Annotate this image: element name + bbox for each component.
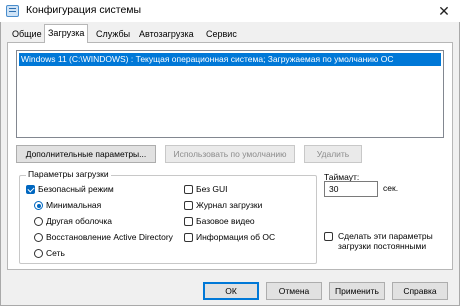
checkbox-icon <box>324 232 333 241</box>
checkbox-icon <box>184 201 193 210</box>
tab-tools[interactable]: Сервис <box>203 27 240 42</box>
radio-ad-repair[interactable]: Восстановление Active Directory <box>34 232 173 244</box>
checkbox-icon <box>184 217 193 226</box>
cancel-button[interactable]: Отмена <box>266 282 322 300</box>
checkbox-icon <box>184 233 193 242</box>
os-info-checkbox[interactable]: Информация об ОС <box>184 232 275 244</box>
radio-network-label: Сеть <box>46 248 65 258</box>
base-video-checkbox[interactable]: Базовое видео <box>184 216 255 228</box>
advanced-options-button[interactable]: Дополнительные параметры... <box>16 145 156 163</box>
safe-boot-label: Безопасный режим <box>38 184 114 194</box>
set-default-button[interactable]: Использовать по умолчанию <box>165 145 295 163</box>
window-title: Конфигурация системы <box>26 4 142 16</box>
close-icon[interactable]: ✕ <box>434 2 454 20</box>
no-gui-checkbox[interactable]: Без GUI <box>184 184 228 196</box>
no-gui-label: Без GUI <box>196 184 228 194</box>
delete-button[interactable]: Удалить <box>304 145 362 163</box>
os-info-label: Информация об ОС <box>196 232 276 242</box>
checkbox-icon <box>184 185 193 194</box>
radio-alternate-shell-label: Другая оболочка <box>46 216 113 226</box>
base-video-label: Базовое видео <box>196 216 255 226</box>
radio-minimal[interactable]: Минимальная <box>34 200 101 212</box>
checkbox-checked-icon <box>26 185 35 194</box>
tab-startup[interactable]: Автозагрузка <box>136 27 197 42</box>
os-list[interactable]: Windows 11 (C:\WINDOWS) : Текущая операц… <box>16 50 444 138</box>
radio-network[interactable]: Сеть <box>34 248 65 260</box>
boot-options-label: Параметры загрузки <box>26 169 111 179</box>
timeout-unit: сек. <box>383 183 399 193</box>
tab-general[interactable]: Общие <box>9 27 45 42</box>
radio-icon <box>34 249 43 258</box>
radio-icon <box>34 217 43 226</box>
timeout-input[interactable]: 30 <box>324 181 378 197</box>
title-bar: Конфигурация системы ✕ <box>0 0 460 22</box>
tab-services[interactable]: Службы <box>93 27 133 42</box>
radio-minimal-label: Минимальная <box>46 200 102 210</box>
radio-ad-repair-label: Восстановление Active Directory <box>46 232 173 242</box>
tab-boot[interactable]: Загрузка <box>44 24 89 43</box>
radio-alternate-shell[interactable]: Другая оболочка <box>34 216 112 228</box>
msconfig-icon <box>6 5 19 17</box>
ok-button[interactable]: ОК <box>203 282 259 300</box>
persist-settings-label: Сделать эти параметры загрузки постоянны… <box>338 231 433 251</box>
apply-button[interactable]: Применить <box>329 282 385 300</box>
radio-icon <box>34 233 43 242</box>
boot-log-checkbox[interactable]: Журнал загрузки <box>184 200 262 212</box>
radio-selected-icon <box>34 201 43 210</box>
os-list-item[interactable]: Windows 11 (C:\WINDOWS) : Текущая операц… <box>19 53 441 66</box>
help-button[interactable]: Справка <box>392 282 448 300</box>
boot-log-label: Журнал загрузки <box>196 200 263 210</box>
safe-boot-checkbox[interactable]: Безопасный режим <box>26 184 114 196</box>
